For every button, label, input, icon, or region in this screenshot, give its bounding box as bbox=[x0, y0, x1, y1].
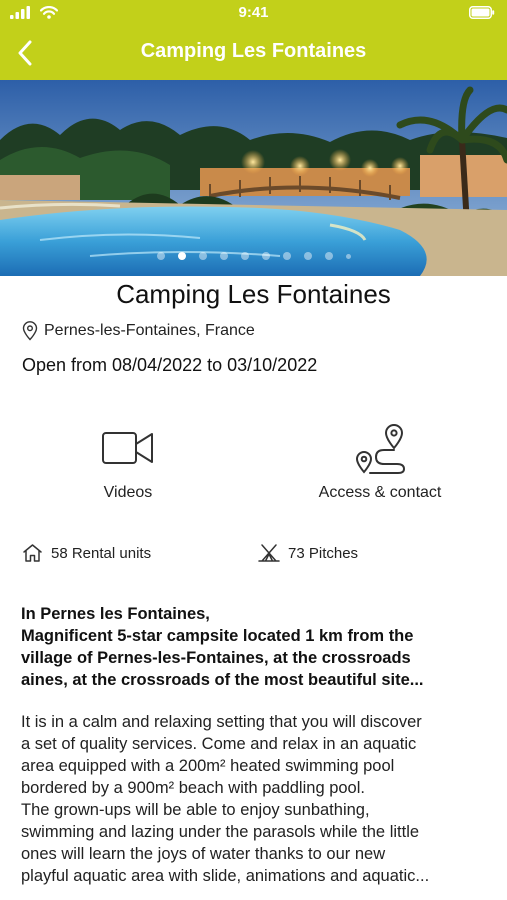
battery-icon bbox=[469, 6, 495, 24]
body-line: The grown-ups will be able to enjoy sunb… bbox=[21, 801, 370, 819]
description-intro: In Pernes les Fontaines, Magnificent 5-s… bbox=[21, 603, 491, 691]
intro-line: village of Pernes-les-Fontaines, at the … bbox=[21, 649, 411, 667]
rental-units-text: 58 Rental units bbox=[51, 544, 152, 562]
gallery-dot-active[interactable] bbox=[177, 252, 186, 260]
navigation-bar: Camping Les Fontaines bbox=[0, 26, 507, 80]
rental-units-stat: 58 Rental units bbox=[22, 543, 151, 563]
back-button[interactable] bbox=[8, 36, 42, 70]
body-line: area equipped with a 200m² heated swimmi… bbox=[21, 757, 395, 775]
opening-dates: Open from 08/04/2022 to 03/10/2022 bbox=[22, 355, 318, 375]
gallery-dot[interactable] bbox=[219, 252, 228, 260]
videos-label: Videos bbox=[103, 484, 153, 501]
house-icon bbox=[23, 544, 42, 562]
access-contact-label: Access & contact bbox=[318, 484, 442, 501]
location-row: Pernes-les-Fontaines, France bbox=[22, 321, 255, 341]
gallery-dot[interactable] bbox=[303, 252, 312, 260]
video-camera-icon bbox=[102, 432, 153, 464]
body-line: a set of quality services. Come and rela… bbox=[21, 735, 417, 753]
gallery-dot[interactable] bbox=[261, 252, 270, 260]
status-time: 9:41 bbox=[238, 4, 269, 21]
location-pin-icon bbox=[22, 321, 38, 341]
intro-line: In Pernes les Fontaines, bbox=[21, 605, 210, 623]
status-bar: 9:41 bbox=[0, 0, 507, 26]
body-line: ones will learn the joys of water thanks… bbox=[21, 845, 386, 863]
gallery-dot[interactable] bbox=[156, 252, 165, 260]
gallery-dot[interactable] bbox=[345, 253, 351, 259]
back-chevron-icon bbox=[18, 40, 32, 66]
photo-gallery[interactable] bbox=[0, 80, 507, 276]
intro-line: Magnificent 5-star campsite located 1 km… bbox=[21, 627, 414, 645]
tent-icon bbox=[258, 544, 280, 562]
access-contact-button[interactable]: Access & contact bbox=[280, 418, 480, 502]
body-line: It is in a calm and relaxing setting tha… bbox=[21, 713, 422, 731]
route-map-icon bbox=[355, 424, 406, 474]
videos-button[interactable]: Videos bbox=[28, 418, 228, 502]
gallery-pagination[interactable] bbox=[0, 252, 507, 260]
nav-title: Camping Les Fontaines bbox=[140, 40, 367, 62]
pitches-stat: 73 Pitches bbox=[258, 543, 358, 563]
gallery-dot[interactable] bbox=[198, 252, 207, 260]
body-line: bordered by a 900m² beach with paddling … bbox=[21, 779, 365, 797]
campsite-title: Camping Les Fontaines bbox=[116, 279, 391, 309]
pitches-text: 73 Pitches bbox=[288, 544, 359, 562]
body-line: swimming and lazing under the parasols w… bbox=[21, 823, 420, 841]
intro-line: aines, at the crossroads of the most bea… bbox=[21, 671, 424, 689]
body-line: playful aquatic area with slide, animati… bbox=[21, 867, 430, 885]
gallery-dot[interactable] bbox=[282, 252, 291, 260]
gallery-dot[interactable] bbox=[240, 252, 249, 260]
description-body[interactable]: It is in a calm and relaxing setting tha… bbox=[21, 711, 491, 887]
pool-photo bbox=[0, 80, 507, 276]
gallery-dot[interactable] bbox=[324, 252, 333, 260]
location-text: Pernes-les-Fontaines, France bbox=[44, 322, 255, 339]
